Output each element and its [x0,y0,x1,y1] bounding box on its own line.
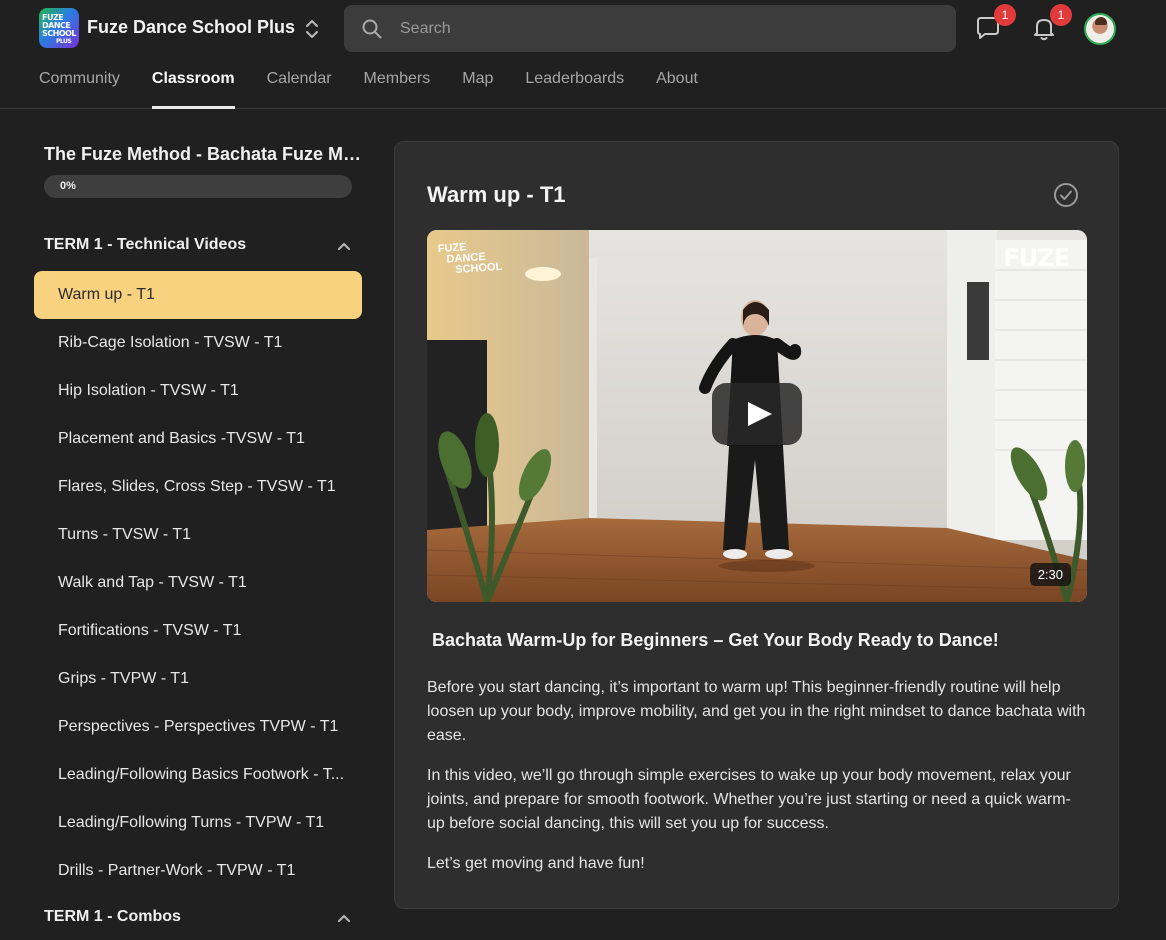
lesson-content-card: Warm up - T1 FUZE DANCE SCHOOL FUZE 2:30… [394,141,1119,909]
app-name[interactable]: Fuze Dance School Plus [87,17,295,38]
section-title: TERM 1 - Technical Videos [44,236,247,253]
check-circle-icon[interactable] [1053,182,1079,208]
top-header: FUZE DANCE SCHOOL PLUS Fuze Dance School… [0,0,1166,109]
chat-button[interactable]: 1 [972,4,1016,44]
play-icon[interactable] [712,383,802,445]
tab-about[interactable]: About [656,62,698,109]
logo-lettering: FUZE DANCE SCHOOL PLUS [42,13,77,46]
lesson-item-warm-up[interactable]: Warm up - T1 [34,271,362,319]
tab-classroom[interactable]: Classroom [151,62,235,109]
video-player[interactable]: FUZE DANCE SCHOOL FUZE 2:30 [427,230,1087,602]
search-icon [362,19,382,39]
description-paragraph-2: In this video, we’ll go through simple e… [427,767,1071,832]
description-paragraph-1: Before you start dancing, it’s important… [427,679,1086,744]
progress-label: 0% [60,180,76,192]
lesson-item-grips[interactable]: Grips - TVPW - T1 [34,655,362,703]
lesson-item-placement-and-basics[interactable]: Placement and Basics -TVSW - T1 [34,415,362,463]
lesson-item-flares-slides-cross-step[interactable]: Flares, Slides, Cross Step - TVSW - T1 [34,463,362,511]
avatar[interactable] [1084,13,1116,45]
tab-leaderboards[interactable]: Leaderboards [525,62,624,109]
section-header-combos[interactable]: TERM 1 - Combos [44,904,362,932]
nav-tabs: Community Classroom Calendar Members Map… [39,62,730,109]
video-duration: 2:30 [1029,563,1071,586]
video-watermark-brand: FUZE [1003,244,1070,272]
course-progress-bar: 0% [44,175,352,198]
lesson-item-leading-following-turns[interactable]: Leading/Following Turns - TVPW - T1 [34,799,362,847]
lesson-item-drills-partner-work[interactable]: Drills - Partner-Work - TVPW - T1 [34,847,362,895]
lesson-item-perspectives[interactable]: Perspectives - Perspectives TVPW - T1 [34,703,362,751]
section-header-technical-videos[interactable]: TERM 1 - Technical Videos [44,232,362,260]
tab-members[interactable]: Members [364,62,431,109]
chevron-up-icon[interactable] [336,239,352,255]
search-input[interactable] [400,5,940,52]
description-paragraph-3: Let’s get moving and have fun! [427,855,645,872]
section-title: TERM 1 - Combos [44,908,181,925]
video-heading: Bachata Warm-Up for Beginners – Get Your… [432,630,999,650]
course-title: The Fuze Method - Bachata Fuze Mas... [44,144,362,164]
tab-community[interactable]: Community [39,62,120,109]
chat-badge: 1 [994,4,1016,26]
chevron-up-down-icon[interactable] [302,16,322,42]
lesson-item-leading-following-basics[interactable]: Leading/Following Basics Footwork - T... [34,751,362,799]
lesson-item-fortifications[interactable]: Fortifications - TVSW - T1 [34,607,362,655]
tab-map[interactable]: Map [462,62,493,109]
search-bar[interactable] [344,5,956,52]
lesson-item-walk-and-tap[interactable]: Walk and Tap - TVSW - T1 [34,559,362,607]
lesson-title: Warm up - T1 [427,182,566,207]
chevron-up-icon[interactable] [336,911,352,927]
tab-calendar[interactable]: Calendar [267,62,332,109]
lesson-item-turns[interactable]: Turns - TVSW - T1 [34,511,362,559]
bell-badge: 1 [1050,4,1072,26]
lesson-list: Warm up - T1 Rib-Cage Isolation - TVSW -… [34,271,362,895]
lesson-item-rib-cage-isolation[interactable]: Rib-Cage Isolation - TVSW - T1 [34,319,362,367]
video-watermark-logo: FUZE DANCE SCHOOL [437,241,503,277]
app-logo[interactable]: FUZE DANCE SCHOOL PLUS [39,8,79,48]
notifications-button[interactable]: 1 [1028,4,1072,44]
lesson-item-hip-isolation[interactable]: Hip Isolation - TVSW - T1 [34,367,362,415]
